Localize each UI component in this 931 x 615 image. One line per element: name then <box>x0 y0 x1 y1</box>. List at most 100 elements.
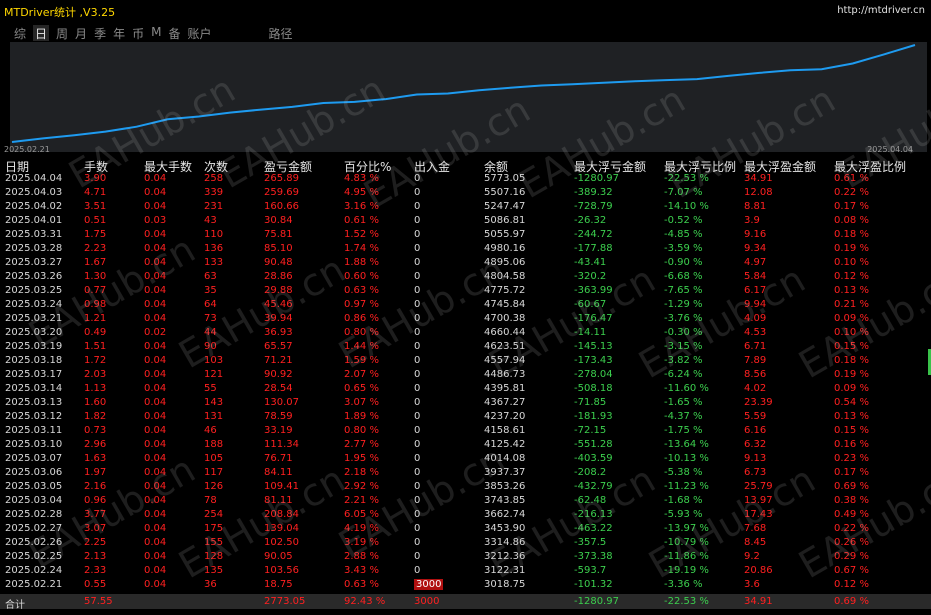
total-row: 合计 57.55 2773.05 92.43 % 3000 -1280.97 -22.53 … <box>0 594 931 611</box>
table-cell: 0.04 <box>144 397 167 408</box>
tab-4[interactable]: 季 <box>94 25 106 41</box>
table-cell: 64 <box>204 299 217 310</box>
table-cell: 2025.03.28 <box>5 243 63 254</box>
table-cell: 231 <box>204 201 224 212</box>
table-cell: 0.65 % <box>344 383 379 394</box>
table-cell: 0.04 <box>144 565 167 576</box>
table-row[interactable]: 2025.03.13 1.60 0.04 143 130.07 3.07 % 0 4367.2… <box>0 395 931 409</box>
table-cell: 84.11 <box>264 467 293 478</box>
table-cell: 259.69 <box>264 187 299 198</box>
table-row[interactable]: 2025.04.01 0.51 0.03 43 30.84 0.61 % 0 5086.81 -… <box>0 213 931 227</box>
table-cell: 4745.84 <box>484 299 526 310</box>
table-row[interactable]: 2025.03.18 1.72 0.04 103 71.21 1.59 % 0 4557.94… <box>0 353 931 367</box>
table-cell: 35 <box>204 285 217 296</box>
tab-2[interactable]: 周 <box>56 25 68 41</box>
table-cell: 2.96 <box>84 439 107 450</box>
table-cell: 0.13 % <box>834 411 869 422</box>
table-cell: 3.43 % <box>344 565 379 576</box>
table-cell: 117 <box>204 467 224 478</box>
tab-8[interactable]: 备 <box>168 25 180 41</box>
table-cell: -71.85 <box>574 397 607 408</box>
tab-7[interactable]: M <box>151 25 161 41</box>
table-cell: 254 <box>204 509 224 520</box>
tab-6[interactable]: 币 <box>132 25 144 41</box>
table-row[interactable]: 2025.02.26 2.25 0.04 155 102.50 3.19 % 0 3314.8… <box>0 535 931 549</box>
table-cell: 0.03 <box>144 215 167 226</box>
table-cell: 28.54 <box>264 383 293 394</box>
table-cell: 5055.97 <box>484 229 526 240</box>
table-cell: 12.08 <box>744 187 773 198</box>
table-cell: 0.80 % <box>344 425 379 436</box>
table-cell: 20.86 <box>744 565 773 576</box>
table-cell: 1.89 % <box>344 411 379 422</box>
table-row[interactable]: 2025.03.20 0.49 0.02 44 36.93 0.80 % 0 4660.44-… <box>0 325 931 339</box>
table-cell: 0.04 <box>144 187 167 198</box>
tab-1[interactable]: 日 <box>33 25 50 41</box>
table-cell: 1.52 % <box>344 229 379 240</box>
table-cell: 121 <box>204 369 224 380</box>
table-cell: 2025.03.11 <box>5 425 63 436</box>
table-cell: 0.10 % <box>834 257 869 268</box>
table-cell: 0 <box>414 439 421 450</box>
table-cell: 85.10 <box>264 243 293 254</box>
table-cell: 2025.03.18 <box>5 355 63 366</box>
table-cell: 2.03 <box>84 369 107 380</box>
table-cell: 55 <box>204 383 217 394</box>
table-cell: 0.13 % <box>834 285 869 296</box>
table-row[interactable]: 2025.02.21 0.55 0.04 36 18.75 0.63 % 3000 3018.… <box>0 577 931 591</box>
table-cell: 1.67 <box>84 257 107 268</box>
table-cell: -4.85 % <box>664 229 703 240</box>
table-row[interactable]: 2025.02.27 3.07 0.04 175 139.04 4.19 % 0 3453.9… <box>0 521 931 535</box>
table-cell: 0 <box>414 271 421 282</box>
table-row[interactable]: 2025.03.17 2.03 0.04 121 90.92 2.07 % 0 4486.73… <box>0 367 931 381</box>
table-cell: 0.04 <box>144 299 167 310</box>
tab-9[interactable]: 账户 <box>187 25 211 41</box>
table-row[interactable]: 2025.03.10 2.96 0.04 188 111.34 2.77 % 0 4125.4… <box>0 437 931 451</box>
table-row[interactable]: 2025.03.14 1.13 0.04 55 28.54 0.65 % 0 4395.81-… <box>0 381 931 395</box>
total-cell: 92.43 % <box>344 596 386 607</box>
table-cell: 3743.85 <box>484 495 526 506</box>
table-cell: 0.61 % <box>344 215 379 226</box>
total-cell: -1280.97 <box>574 596 619 607</box>
total-cell: 3000 <box>414 596 440 607</box>
table-cell: 2025.03.07 <box>5 453 63 464</box>
tab-5[interactable]: 年 <box>113 25 125 41</box>
table-cell: -403.59 <box>574 453 613 464</box>
table-cell: 23.39 <box>744 397 773 408</box>
table-row[interactable]: 2025.04.02 3.51 0.04 231 160.66 3.16 % 0 5247.4… <box>0 199 931 213</box>
table-row[interactable]: 2025.02.25 2.13 0.04 128 90.05 2.88 % 0 3212.36… <box>0 549 931 563</box>
table-cell: 0.04 <box>144 411 167 422</box>
table-cell: 0.17 % <box>834 467 869 478</box>
table-cell: 160.66 <box>264 201 299 212</box>
tab-3[interactable]: 月 <box>75 25 87 41</box>
table-cell: 0.23 % <box>834 453 869 464</box>
table-row[interactable]: 2025.03.12 1.82 0.04 131 78.59 1.89 % 0 4237.20… <box>0 409 931 423</box>
total-cell: 0.69 % <box>834 596 869 607</box>
table-row[interactable]: 2025.03.21 1.21 0.04 73 39.94 0.86 % 0 4700.38-… <box>0 311 931 325</box>
table-cell: 0.73 <box>84 425 107 436</box>
table-row[interactable]: 2025.04.03 4.71 0.04 339 259.69 4.95 % 0 5507.1… <box>0 185 931 199</box>
table-cell: 1.88 % <box>344 257 379 268</box>
table-row[interactable]: 2025.03.31 1.75 0.04 110 75.81 1.52 % 0 5055.97… <box>0 227 931 241</box>
table-cell: 0.04 <box>144 355 167 366</box>
table-cell: -389.32 <box>574 187 613 198</box>
chart-start-date: 2025.02.21 <box>4 145 50 154</box>
table-cell: 71.21 <box>264 355 293 366</box>
table-cell: 2025.04.04 <box>5 173 63 184</box>
table-cell: 78 <box>204 495 217 506</box>
table-cell: 2025.03.13 <box>5 397 63 408</box>
table-cell: 0.02 <box>144 327 167 338</box>
tab-10[interactable]: 路径 <box>269 25 293 41</box>
table-row[interactable]: 2025.03.11 0.73 0.04 46 33.19 0.80 % 0 4158.61 -… <box>0 423 931 437</box>
table-cell: 0.04 <box>144 537 167 548</box>
table-row[interactable]: 2025.02.24 2.33 0.04 135 103.56 3.43 % 0 3122.3… <box>0 563 931 577</box>
tab-0[interactable]: 综 <box>14 25 26 41</box>
table-row[interactable]: 2025.04.04 3.90 0.04 258 265.89 4.83 % 0 5773.0… <box>0 171 931 185</box>
table-cell: -43.41 <box>574 257 607 268</box>
table-cell: 1.95 % <box>344 453 379 464</box>
table-cell: -278.04 <box>574 369 613 380</box>
table-cell: 78.59 <box>264 411 293 422</box>
table-cell: 0.16 % <box>834 439 869 450</box>
table-row[interactable]: 2025.03.19 1.51 0.04 90 65.57 1.44 % 0 4623.51-… <box>0 339 931 353</box>
website-link[interactable]: http://mtdriver.cn <box>837 5 925 16</box>
